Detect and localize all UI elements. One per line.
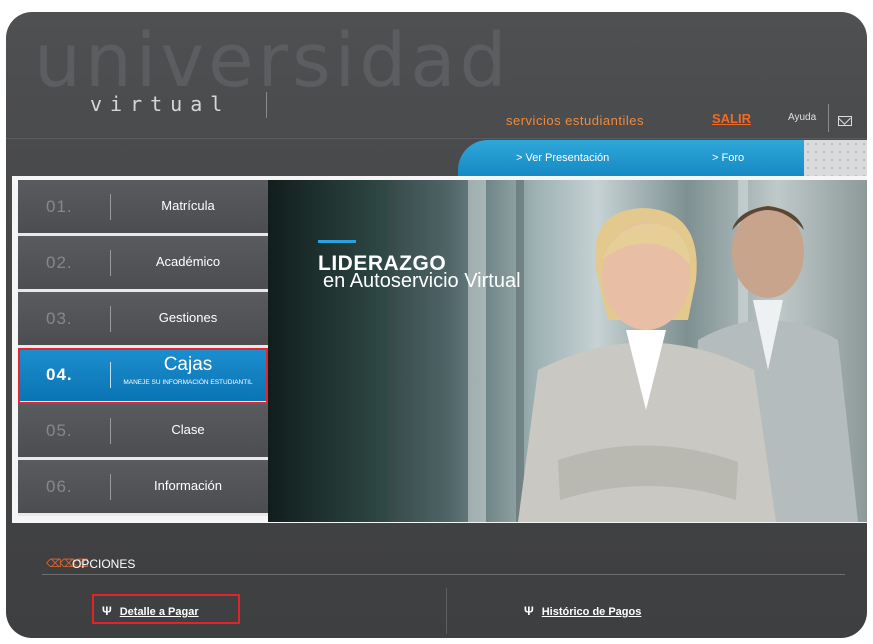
historico-de-pagos-link[interactable]: Ψ Histórico de Pagos	[524, 604, 641, 618]
nav-label: Clase	[171, 422, 205, 437]
nav-item-academico[interactable]: 02. Académico	[18, 236, 268, 292]
services-link[interactable]: servicios estudiantiles	[506, 113, 644, 128]
link-label: Histórico de Pagos	[541, 606, 642, 618]
nav-divider	[110, 250, 111, 276]
header-divider	[828, 104, 829, 132]
nav-item-gestiones[interactable]: 03. Gestiones	[18, 292, 268, 348]
hero-window-frame	[468, 180, 486, 522]
nav-number: 02.	[46, 253, 73, 272]
hero-subtitle: en Autoservicio Virtual	[323, 270, 521, 292]
nav-divider	[110, 418, 111, 444]
nav-label: Cajas	[163, 354, 213, 375]
logo-subtitle: virtual	[90, 92, 231, 116]
logo-wordmark: universidad	[34, 18, 511, 104]
nav-label: Matrícula	[161, 198, 215, 213]
logo-divider	[266, 92, 267, 118]
hero-woman-illustration	[518, 208, 776, 522]
options-divider	[446, 588, 447, 634]
nav-number: 01.	[46, 197, 73, 216]
nav-subtitle: MANEJE SU INFORMACIÓN ESTUDIANTIL	[123, 379, 253, 386]
help-link[interactable]: Ayuda	[788, 112, 816, 123]
logout-link[interactable]: SALIR	[712, 111, 751, 126]
nav-label: Información	[154, 478, 222, 493]
envelope-icon[interactable]	[838, 116, 852, 126]
tab-foro[interactable]: > Foro	[712, 152, 744, 164]
candle-icon: Ψ	[524, 604, 534, 618]
nav-item-cajas[interactable]: 04. Cajas MANEJE SU INFORMACIÓN ESTUDIAN…	[18, 348, 268, 404]
tab-bar	[458, 140, 804, 176]
nav-divider	[110, 362, 111, 388]
decorative-pattern	[804, 140, 867, 176]
nav-number: 06.	[46, 477, 73, 496]
nav-divider	[110, 474, 111, 500]
nav-item-informacion[interactable]: 06. Información	[18, 460, 268, 516]
app-frame: universidad virtual servicios estudianti…	[6, 12, 867, 638]
nav-number: 05.	[46, 421, 73, 440]
nav-number: 04.	[46, 365, 73, 384]
nav-divider	[110, 306, 111, 332]
detalle-a-pagar-link[interactable]: Ψ Detalle a Pagar	[102, 604, 199, 618]
nav-number: 03.	[46, 309, 73, 328]
options-rule	[42, 574, 845, 575]
header-rule	[6, 138, 867, 139]
main-nav: 01. Matrícula 02. Académico 03. Gestione…	[18, 180, 268, 516]
nav-item-matricula[interactable]: 01. Matrícula	[18, 180, 268, 236]
candle-icon: Ψ	[102, 604, 112, 618]
nav-divider	[110, 194, 111, 220]
hero-banner: LIDERAZGO en Autoservicio Virtual	[268, 180, 867, 522]
tab-ver-presentacion[interactable]: > Ver Presentación	[516, 152, 609, 164]
hero-accent-bar	[318, 240, 356, 243]
nav-item-clase[interactable]: 05. Clase	[18, 404, 268, 460]
nav-label: Académico	[155, 254, 221, 269]
link-label: Detalle a Pagar	[119, 606, 199, 618]
hero-window-shade	[268, 180, 388, 522]
options-title: OPCIONES	[72, 557, 136, 571]
nav-label: Gestiones	[158, 310, 218, 325]
